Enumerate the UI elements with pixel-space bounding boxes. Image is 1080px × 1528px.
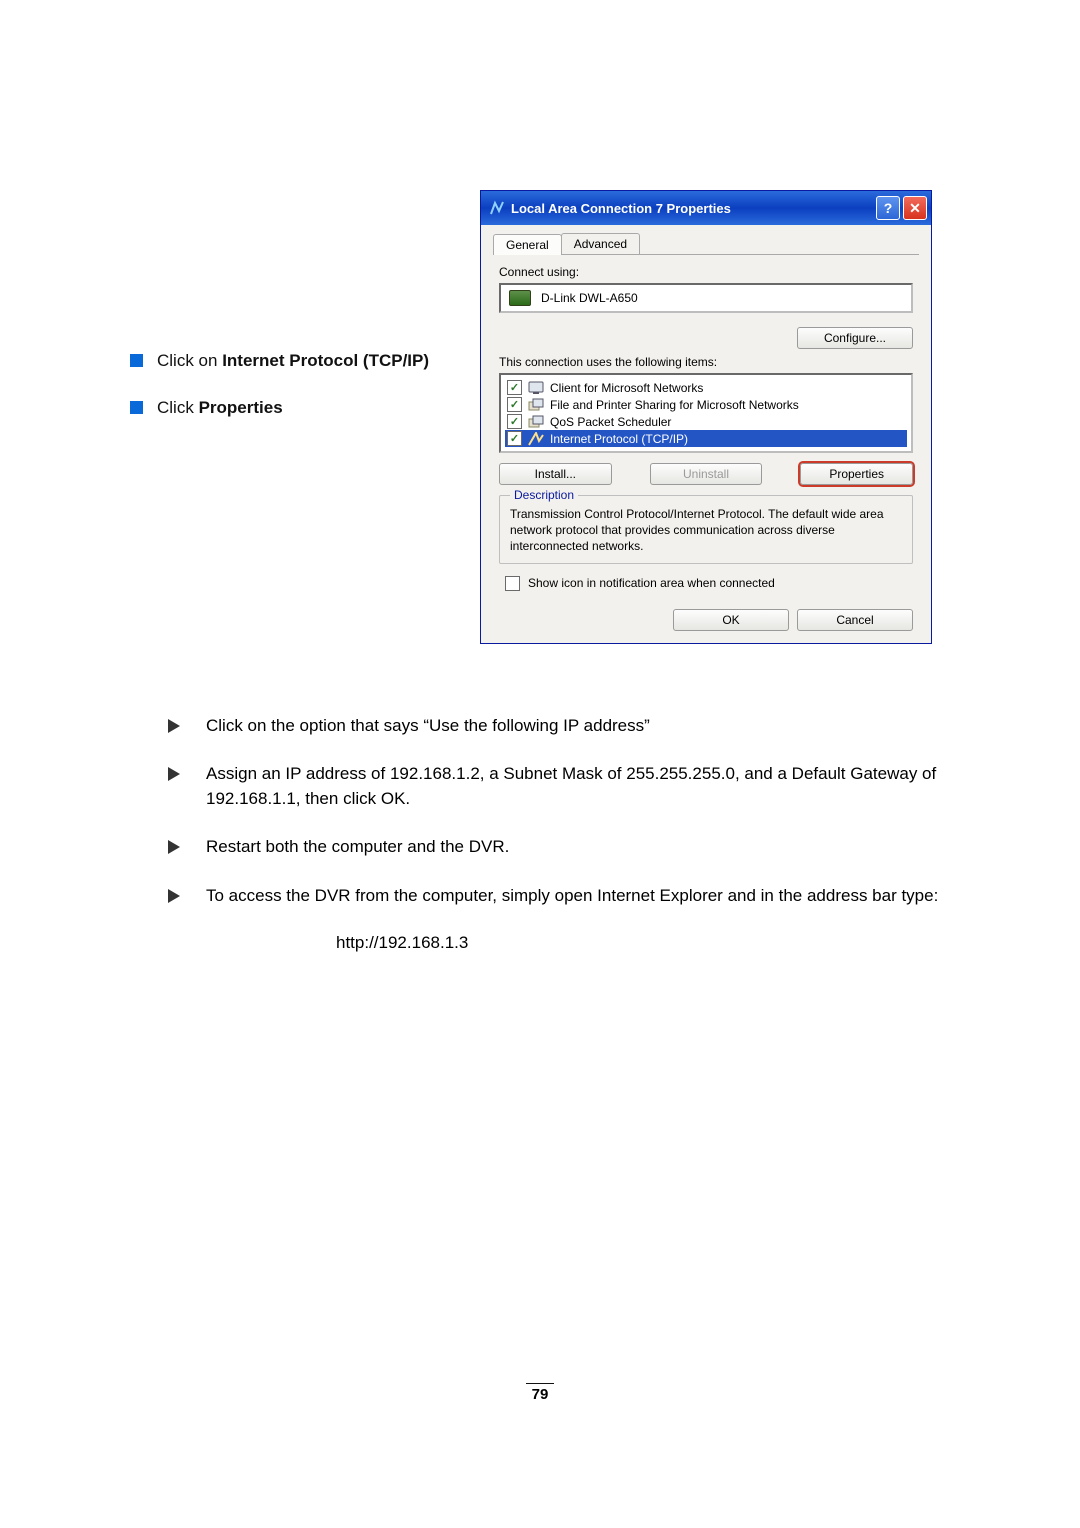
instruction-1-text: Click on Internet Protocol (TCP/IP) bbox=[157, 350, 429, 373]
list-item-label: Client for Microsoft Networks bbox=[550, 381, 703, 395]
list-item[interactable]: ✓ Client for Microsoft Networks bbox=[505, 379, 907, 396]
close-button[interactable]: ✕ bbox=[903, 196, 927, 220]
dialog-title: Local Area Connection 7 Properties bbox=[511, 201, 731, 216]
arrow-bullet-icon bbox=[168, 840, 192, 854]
description-legend: Description bbox=[510, 488, 578, 502]
bullet-1-text: Click on the option that says “Use the f… bbox=[206, 714, 650, 739]
bullet-3-text: Restart both the computer and the DVR. bbox=[206, 835, 509, 860]
checkbox-icon[interactable]: ✓ bbox=[507, 414, 522, 429]
ok-button[interactable]: OK bbox=[673, 609, 789, 631]
tab-strip: General Advanced bbox=[493, 233, 919, 255]
list-item-selected[interactable]: ✓ Internet Protocol (TCP/IP) bbox=[505, 430, 907, 447]
bullet-4-text: To access the DVR from the computer, sim… bbox=[206, 884, 938, 909]
show-icon-label: Show icon in notification area when conn… bbox=[528, 576, 775, 590]
dialog-footer: OK Cancel bbox=[499, 609, 913, 631]
left-instructions: Click on Internet Protocol (TCP/IP) Clic… bbox=[130, 190, 440, 444]
arrow-bullet-icon bbox=[168, 767, 192, 781]
uninstall-button: Uninstall bbox=[650, 463, 763, 485]
list-item[interactable]: ✓ QoS Packet Scheduler bbox=[505, 413, 907, 430]
instruction-2: Click Properties bbox=[130, 397, 440, 420]
bullet-1: Click on the option that says “Use the f… bbox=[168, 714, 950, 739]
connection-icon bbox=[489, 200, 505, 216]
bullet-4: To access the DVR from the computer, sim… bbox=[168, 884, 950, 909]
tab-advanced[interactable]: Advanced bbox=[561, 233, 640, 254]
connect-using-label: Connect using: bbox=[499, 265, 919, 279]
dialog-titlebar[interactable]: Local Area Connection 7 Properties ? ✕ bbox=[481, 191, 931, 225]
cancel-button[interactable]: Cancel bbox=[797, 609, 913, 631]
url-line: http://192.168.1.3 bbox=[336, 933, 950, 953]
instruction-1-bold: Internet Protocol (TCP/IP) bbox=[222, 351, 429, 370]
show-icon-row[interactable]: ✓ Show icon in notification area when co… bbox=[505, 576, 913, 591]
checkbox-icon[interactable]: ✓ bbox=[507, 397, 522, 412]
qos-service-icon bbox=[528, 415, 544, 429]
bullet-2-text: Assign an IP address of 192.168.1.2, a S… bbox=[206, 762, 950, 811]
install-button[interactable]: Install... bbox=[499, 463, 612, 485]
footer-rule bbox=[526, 1383, 554, 1384]
blue-square-bullet bbox=[130, 354, 143, 367]
instruction-2-pre: Click bbox=[157, 398, 199, 417]
bullet-3: Restart both the computer and the DVR. bbox=[168, 835, 950, 860]
bullet-2: Assign an IP address of 192.168.1.2, a S… bbox=[168, 762, 950, 811]
blue-square-bullet bbox=[130, 401, 143, 414]
arrow-bullet-icon bbox=[168, 719, 192, 733]
properties-button[interactable]: Properties bbox=[800, 463, 913, 485]
list-item-label: QoS Packet Scheduler bbox=[550, 415, 671, 429]
dialog-body: General Advanced Connect using: D-Link D… bbox=[481, 225, 931, 643]
tab-general[interactable]: General bbox=[493, 234, 562, 255]
instruction-1: Click on Internet Protocol (TCP/IP) bbox=[130, 350, 440, 373]
list-item[interactable]: ✓ File and Printer Sharing for Microsoft… bbox=[505, 396, 907, 413]
adapter-box: D-Link DWL-A650 bbox=[499, 283, 913, 313]
tcpip-service-icon bbox=[528, 432, 544, 446]
checkbox-icon[interactable]: ✓ bbox=[507, 431, 522, 446]
description-text: Transmission Control Protocol/Internet P… bbox=[510, 506, 902, 555]
description-group: Description Transmission Control Protoco… bbox=[499, 495, 913, 564]
client-service-icon bbox=[528, 381, 544, 395]
instruction-2-text: Click Properties bbox=[157, 397, 283, 420]
document-page: Click on Internet Protocol (TCP/IP) Clic… bbox=[0, 0, 1080, 1463]
bullet-section: Click on the option that says “Use the f… bbox=[130, 714, 950, 953]
items-listbox[interactable]: ✓ Client for Microsoft Networks ✓ File a… bbox=[499, 373, 913, 453]
file-print-service-icon bbox=[528, 398, 544, 412]
list-item-label: File and Printer Sharing for Microsoft N… bbox=[550, 398, 799, 412]
nic-icon bbox=[509, 290, 531, 306]
page-number: 79 bbox=[532, 1386, 549, 1403]
help-button[interactable]: ? bbox=[876, 196, 900, 220]
adapter-name: D-Link DWL-A650 bbox=[541, 291, 638, 305]
show-icon-checkbox[interactable]: ✓ bbox=[505, 576, 520, 591]
top-section: Click on Internet Protocol (TCP/IP) Clic… bbox=[130, 190, 950, 644]
list-item-label: Internet Protocol (TCP/IP) bbox=[550, 432, 688, 446]
items-label: This connection uses the following items… bbox=[499, 355, 919, 369]
properties-dialog: Local Area Connection 7 Properties ? ✕ G… bbox=[480, 190, 932, 644]
configure-button[interactable]: Configure... bbox=[797, 327, 913, 349]
instruction-1-pre: Click on bbox=[157, 351, 222, 370]
instruction-2-bold: Properties bbox=[199, 398, 283, 417]
arrow-bullet-icon bbox=[168, 889, 192, 903]
list-buttons-row: Install... Uninstall Properties bbox=[499, 463, 913, 485]
page-footer: 79 bbox=[130, 1383, 950, 1403]
checkbox-icon[interactable]: ✓ bbox=[507, 380, 522, 395]
